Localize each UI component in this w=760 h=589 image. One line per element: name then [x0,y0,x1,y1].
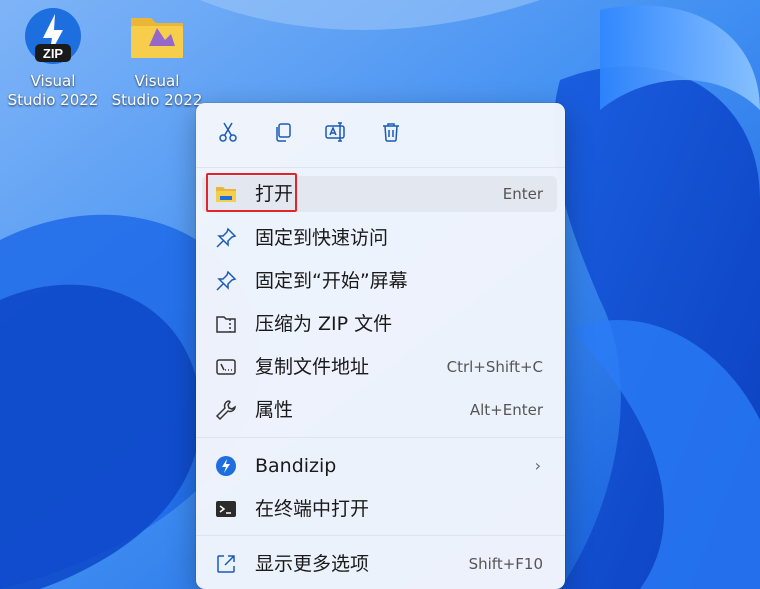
desktop-icon-zip[interactable]: ZIP Visual Studio 2022 [3,6,103,110]
pin-icon [215,227,237,249]
menu-item-label: 固定到快速访问 [255,227,389,249]
menu-item-label: 在终端中打开 [255,498,370,520]
copy-path-icon [215,356,237,378]
delete-button[interactable] [376,119,406,149]
menu-separator [196,167,565,168]
zip-archive-icon: ZIP [23,6,83,66]
desktop-icon-label: Visual Studio 2022 [7,72,99,109]
menu-item-shortcut: Shift+F10 [468,555,543,573]
cut-button[interactable] [213,119,243,149]
wrench-icon [215,399,237,421]
menu-item-properties[interactable]: 属性 Alt+Enter [202,392,557,428]
menu-item-shortcut: Enter [502,185,543,203]
folder-icon [127,6,187,66]
scissors-icon [217,121,239,147]
rename-button[interactable] [321,119,351,149]
menu-item-label: 显示更多选项 [255,553,370,575]
rename-icon [324,121,348,147]
menu-item-label: 属性 [255,399,294,421]
desktop-icon-label: Visual Studio 2022 [111,72,203,109]
menu-item-open-terminal[interactable]: 在终端中打开 [202,491,557,527]
menu-item-pin-start[interactable]: 固定到“开始”屏幕 [202,263,557,299]
copy-icon [272,121,294,147]
menu-item-label: 固定到“开始”屏幕 [255,270,408,292]
context-menu-toolbar [196,103,565,167]
menu-item-shortcut: Ctrl+Shift+C [446,358,543,376]
annotation-highlight-box [206,173,297,212]
menu-item-pin-quick-access[interactable]: 固定到快速访问 [202,220,557,256]
menu-item-label: 复制文件地址 [255,356,370,378]
pin-icon [215,270,237,292]
terminal-icon [215,498,237,520]
menu-item-shortcut: Alt+Enter [469,401,543,419]
menu-separator [196,535,565,536]
zip-folder-icon [215,313,237,335]
menu-item-label: 压缩为 ZIP 文件 [255,313,393,335]
trash-icon [380,121,402,147]
menu-item-show-more[interactable]: 显示更多选项 Shift+F10 [202,546,557,582]
copy-button[interactable] [268,119,298,149]
menu-separator [196,437,565,438]
external-icon [215,553,237,575]
chevron-right-icon: › [534,456,541,475]
desktop-icon-folder[interactable]: Visual Studio 2022 [107,6,207,110]
menu-item-label: Bandizip [255,455,337,477]
menu-item-bandizip[interactable]: Bandizip › [202,448,557,484]
menu-item-compress-zip[interactable]: 压缩为 ZIP 文件 [202,306,557,342]
bandizip-icon [215,455,237,477]
menu-item-copy-path[interactable]: 复制文件地址 Ctrl+Shift+C [202,349,557,385]
zip-badge: ZIP [43,46,64,61]
